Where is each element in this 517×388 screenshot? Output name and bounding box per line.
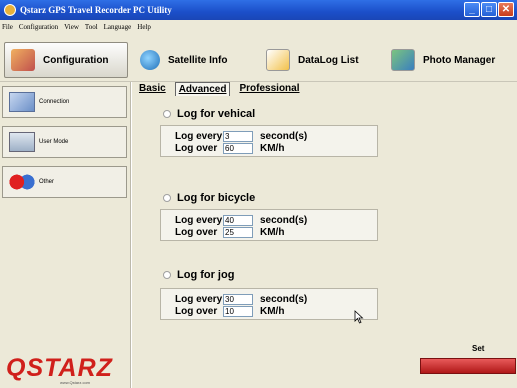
jog-every-row: Log every second(s) (175, 293, 307, 305)
configuration-icon (11, 49, 35, 71)
vehical-settings-group: Log every second(s) Log over KM/h (160, 125, 378, 157)
app-icon (4, 4, 16, 16)
menu-view[interactable]: View (64, 23, 79, 31)
close-icon: ✕ (501, 3, 511, 15)
sidebar-item-other[interactable]: Other (2, 166, 127, 198)
sidebar-item-user-mode[interactable]: User Mode (2, 126, 127, 158)
maximize-button[interactable]: □ (481, 2, 497, 17)
maximize-icon: □ (485, 3, 493, 15)
menu-bar: File Configuration View Tool Language He… (0, 20, 517, 34)
vehical-every-row: Log every second(s) (175, 130, 307, 142)
radio-log-bicycle[interactable]: Log for bicycle (163, 192, 255, 204)
radio-icon (163, 110, 171, 118)
set-label: Set (472, 344, 485, 353)
tab-professional[interactable]: Professional (236, 82, 302, 96)
radio-icon (163, 194, 171, 202)
satellite-icon (140, 50, 160, 70)
menu-language[interactable]: Language (104, 23, 132, 31)
bicycle-over-row: Log over KM/h (175, 226, 284, 238)
minimize-button[interactable]: _ (464, 2, 480, 17)
window-title: Qstarz GPS Travel Recorder PC Utility (20, 5, 172, 15)
menu-configuration[interactable]: Configuration (19, 23, 58, 31)
tab-photo-manager[interactable]: Photo Manager (391, 42, 495, 78)
sidebar-item-connection[interactable]: Connection (2, 86, 127, 118)
datalog-icon (266, 49, 290, 71)
vehical-over-row: Log over KM/h (175, 142, 284, 154)
bicycle-settings-group: Log every second(s) Log over KM/h (160, 209, 378, 241)
vehical-every-input[interactable] (223, 130, 253, 142)
photo-icon (391, 49, 415, 71)
menu-tool[interactable]: Tool (85, 23, 98, 31)
jog-settings-group: Log every second(s) Log over KM/h (160, 288, 378, 320)
tab-configuration[interactable]: Configuration (4, 42, 128, 78)
title-bar: Qstarz GPS Travel Recorder PC Utility _ … (0, 0, 517, 20)
menu-help[interactable]: Help (137, 23, 151, 31)
tab-advanced[interactable]: Advanced (174, 82, 231, 96)
qstarz-logo: QSTARZ (6, 354, 113, 382)
settings-panel: Basic Advanced Professional Log for vehi… (132, 82, 517, 388)
tab-datalog-list[interactable]: DataLog List (266, 42, 359, 78)
bicycle-every-row: Log every second(s) (175, 214, 307, 226)
sub-tab-bar: Basic Advanced Professional (136, 82, 309, 96)
radio-log-jog[interactable]: Log for jog (163, 269, 234, 281)
radio-log-vehical[interactable]: Log for vehical (163, 108, 255, 120)
sidebar: Connection User Mode Other QSTARZ www.Qs… (0, 82, 131, 388)
close-button[interactable]: ✕ (498, 2, 514, 17)
jog-every-input[interactable] (223, 293, 253, 305)
set-button[interactable] (420, 358, 516, 374)
jog-over-input[interactable] (223, 305, 253, 317)
mouse-cursor-icon (354, 310, 364, 324)
logo-url: www.Qstarz.com (60, 380, 91, 385)
menu-file[interactable]: File (2, 23, 13, 31)
tab-satellite-info[interactable]: Satellite Info (140, 42, 227, 78)
radio-icon (163, 271, 171, 279)
jog-over-row: Log over KM/h (175, 305, 284, 317)
main-tab-bar: Configuration Satellite Info DataLog Lis… (0, 34, 517, 82)
vehical-over-input[interactable] (223, 142, 253, 154)
bicycle-every-input[interactable] (223, 214, 253, 226)
bicycle-over-input[interactable] (223, 226, 253, 238)
other-icon (9, 172, 35, 192)
minimize-icon: _ (469, 3, 475, 15)
connection-icon (9, 92, 35, 112)
user-mode-icon (9, 132, 35, 152)
tab-basic[interactable]: Basic (136, 82, 169, 96)
